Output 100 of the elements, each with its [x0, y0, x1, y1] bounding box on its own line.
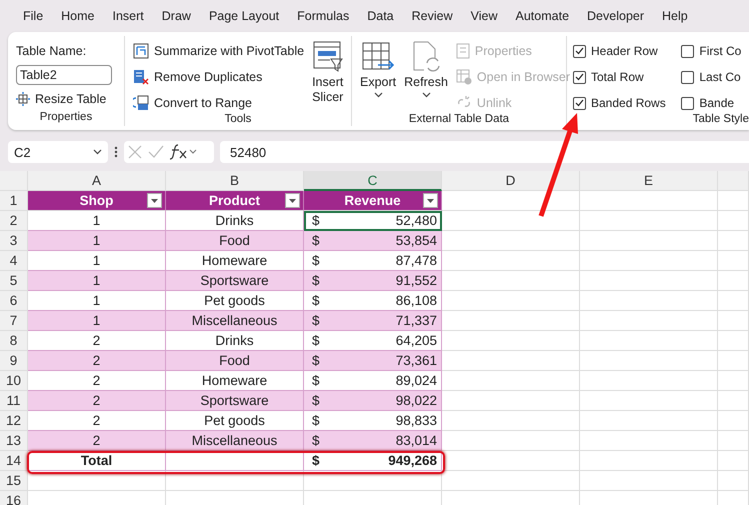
row-header[interactable]: 16	[0, 491, 28, 505]
resize-table-button[interactable]: Resize Table	[16, 89, 116, 109]
row-header[interactable]: 6	[0, 291, 28, 311]
empty-cell	[718, 291, 749, 311]
column-header[interactable]: D	[442, 171, 580, 191]
row-header[interactable]: 9	[0, 351, 28, 371]
table-cell: Sportsware	[166, 271, 304, 291]
total-value: 949,268	[388, 453, 437, 468]
style-option-checkbox[interactable]: Banded Rows	[573, 93, 674, 113]
menu-tab[interactable]: Help	[653, 9, 697, 23]
export-button[interactable]: Export	[360, 41, 396, 113]
empty-cell	[718, 251, 749, 271]
empty-cell	[718, 451, 749, 471]
table-header-cell: Product	[166, 191, 304, 211]
filter-dropdown-icon[interactable]	[285, 193, 300, 208]
revenue-value: 86,108	[396, 293, 437, 308]
menu-tab[interactable]: Page Layout	[200, 9, 288, 23]
menu-tab[interactable]: Home	[52, 9, 104, 23]
currency-symbol: $	[312, 413, 320, 428]
row-header[interactable]: 14	[0, 451, 28, 471]
column-header[interactable]: E	[580, 171, 718, 191]
caret-icon	[374, 92, 383, 98]
tick-icon	[575, 99, 584, 107]
name-box[interactable]: C2	[8, 141, 108, 163]
table-cell: 1	[28, 311, 166, 331]
row-header[interactable]: 3	[0, 231, 28, 251]
column-header[interactable]: B	[166, 171, 304, 191]
table-name-label: Table Name:	[16, 43, 88, 60]
currency-symbol: $	[312, 393, 320, 408]
table-name-field[interactable]: Table2	[16, 65, 112, 85]
tool-button[interactable]: Remove Duplicates	[133, 67, 304, 87]
row-header[interactable]: 1	[0, 191, 28, 211]
caret-icon	[93, 149, 102, 155]
more-options-icon[interactable]	[114, 145, 118, 159]
menu-tab[interactable]: Formulas	[288, 9, 358, 23]
tool-button[interactable]: Convert to Range	[133, 93, 304, 113]
insert-slicer-button[interactable]: Insert Slicer	[312, 41, 344, 113]
filter-dropdown-icon[interactable]	[423, 193, 438, 208]
empty-cell	[718, 471, 749, 491]
menu-tab[interactable]: Insert	[104, 9, 153, 23]
menu-tab[interactable]: Draw	[152, 9, 200, 23]
row-header[interactable]: 7	[0, 311, 28, 331]
checkbox[interactable]	[573, 44, 586, 58]
row-header[interactable]: 8	[0, 331, 28, 351]
style-option-checkbox[interactable]: Last Co	[681, 67, 749, 87]
empty-cell	[718, 391, 749, 411]
empty-cell	[718, 231, 749, 251]
revenue-value: 89,024	[396, 373, 437, 388]
row-header[interactable]: 15	[0, 471, 28, 491]
menu-tab[interactable]: Developer	[578, 9, 654, 23]
tool-button[interactable]: Summarize with PivotTable	[133, 41, 304, 61]
row-header[interactable]: 13	[0, 431, 28, 451]
currency-symbol: $	[312, 253, 320, 268]
column-header[interactable]: A	[28, 171, 166, 191]
row-header[interactable]: 5	[0, 271, 28, 291]
revenue-value: 87,478	[396, 253, 437, 268]
filter-dropdown-icon[interactable]	[147, 193, 162, 208]
checkbox[interactable]	[681, 70, 694, 84]
checkbox[interactable]	[681, 44, 694, 58]
pivot-table-icon	[133, 43, 149, 59]
menu-tab[interactable]: Automate	[506, 9, 578, 23]
revenue-value: 98,022	[396, 393, 437, 408]
browser-table-icon	[456, 69, 472, 85]
tick-icon	[575, 73, 584, 81]
menu-tab[interactable]: File	[14, 9, 52, 23]
currency-symbol: $	[312, 293, 320, 308]
row-header[interactable]: 2	[0, 211, 28, 231]
function-icon[interactable]	[170, 144, 198, 160]
style-option-checkbox[interactable]: Bande	[681, 93, 749, 113]
tick-icon	[575, 47, 584, 55]
table-cell: 2	[28, 391, 166, 411]
currency-symbol: $	[312, 273, 320, 288]
empty-cell	[718, 431, 749, 451]
revenue-value: 53,854	[396, 233, 437, 248]
row-header[interactable]: 4	[0, 251, 28, 271]
style-option-checkbox[interactable]: First Co	[681, 41, 749, 61]
style-option-checkbox[interactable]: Total Row	[573, 67, 674, 87]
checkbox[interactable]	[573, 70, 586, 84]
revenue-value: 98,833	[396, 413, 437, 428]
revenue-value: 64,205	[396, 333, 437, 348]
column-header[interactable]: C	[304, 171, 442, 191]
checkbox[interactable]	[681, 96, 694, 110]
properties-icon	[456, 43, 470, 59]
formula-field[interactable]: 52480	[220, 141, 749, 163]
menu-tab[interactable]: Review	[402, 9, 462, 23]
empty-cell	[718, 191, 749, 211]
table-cell: Food	[166, 351, 304, 371]
refresh-button[interactable]: Refresh	[404, 41, 448, 113]
row-header[interactable]: 11	[0, 391, 28, 411]
checkbox[interactable]	[573, 96, 586, 110]
table-cell: 1	[28, 271, 166, 291]
menu-tab[interactable]: Data	[358, 9, 403, 23]
table-header-cell: Revenue	[304, 191, 442, 211]
slicer-icon	[312, 41, 343, 73]
style-option-checkbox[interactable]: Header Row	[573, 41, 674, 61]
menu-tab[interactable]: View	[462, 9, 507, 23]
empty-cell	[718, 211, 749, 231]
row-header[interactable]: 10	[0, 371, 28, 391]
revenue-value: 91,552	[396, 273, 437, 288]
row-header[interactable]: 12	[0, 411, 28, 431]
